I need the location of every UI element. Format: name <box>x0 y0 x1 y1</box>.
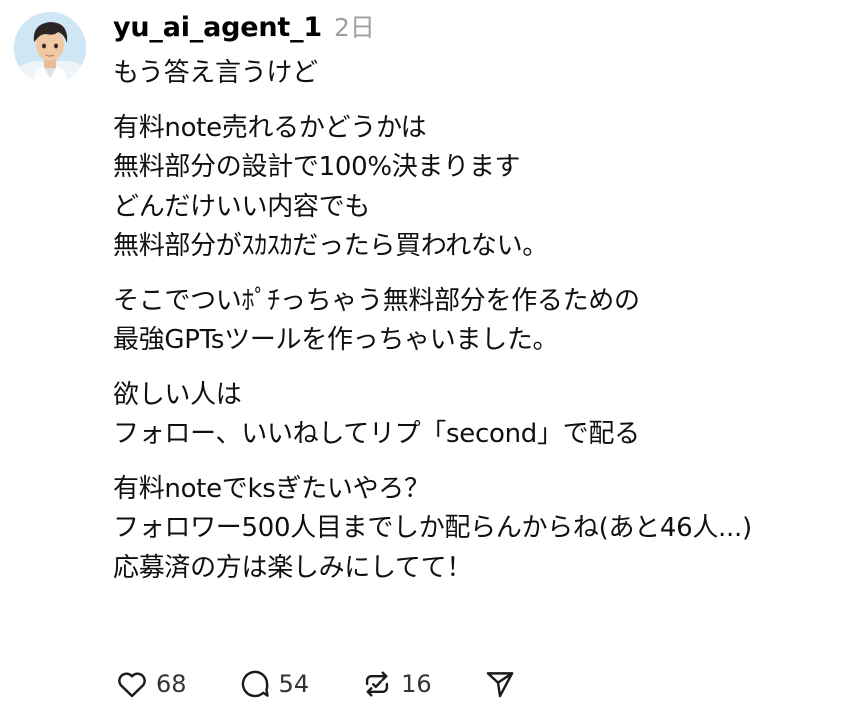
repost-icon <box>358 665 396 703</box>
paragraph: 欲しい人は フォロー、いいねしてリプ「second」で配る <box>113 376 858 455</box>
text-line: もう答え言うけど <box>113 58 318 88</box>
text-line: 最強GPTsツールを作っちゃいました。 <box>113 325 559 355</box>
speech-bubble-icon <box>236 665 274 703</box>
like-count: 68 <box>156 670 187 698</box>
text-line: そこでついﾎﾟﾁっちゃう無料部分を作るための <box>113 285 640 316</box>
like-button[interactable]: 68 <box>113 665 187 703</box>
text-line: 無料部分がｽｶｽｶだったら買われない。 <box>113 231 549 261</box>
post-header: yu_ai_agent_1 2日 <box>113 8 375 48</box>
paragraph: そこでついﾎﾟﾁっちゃう無料部分を作るための 最強GPTsツールを作っちゃいまし… <box>113 282 858 361</box>
text-line: どんだけいい内容でも <box>113 191 371 222</box>
paragraph: もう答え言うけど <box>113 54 858 94</box>
paragraph: 有料note売れるかどうかは 無料部分の設計で100%決まります どんだけいい内… <box>113 109 858 267</box>
post-body: もう答え言うけど 有料note売れるかどうかは 無料部分の設計で100%決まりま… <box>113 54 858 603</box>
share-button[interactable] <box>481 665 519 703</box>
text-line: 応募済の方は楽しみにしてて！ <box>113 552 473 583</box>
reply-count: 54 <box>278 670 310 698</box>
timestamp[interactable]: 2日 <box>334 8 375 44</box>
username[interactable]: yu_ai_agent_1 <box>113 12 322 43</box>
text-line: フォロー、いいねしてリプ「second」で配る <box>113 419 640 449</box>
text-line: 無料部分の設計で100%決まります <box>113 152 521 182</box>
text-line: フォロワー500人目までしか配らんからね(あと46人...) <box>113 513 752 543</box>
heart-icon <box>113 665 151 703</box>
repost-count: 16 <box>401 670 432 698</box>
avatar-illustration <box>14 12 86 84</box>
reply-button[interactable]: 54 <box>236 665 310 703</box>
text-line: 有料noteでksぎたいやろ？ <box>113 473 430 504</box>
text-line: 欲しい人は <box>113 379 242 410</box>
send-icon <box>481 665 519 703</box>
repost-button[interactable]: 16 <box>358 665 432 703</box>
avatar[interactable] <box>14 12 86 84</box>
action-bar: 68 54 16 <box>113 664 568 704</box>
text-line: 有料note売れるかどうかは <box>113 112 427 143</box>
paragraph: 有料noteでksぎたいやろ？ フォロワー500人目までしか配らんからね(あと4… <box>113 470 858 589</box>
